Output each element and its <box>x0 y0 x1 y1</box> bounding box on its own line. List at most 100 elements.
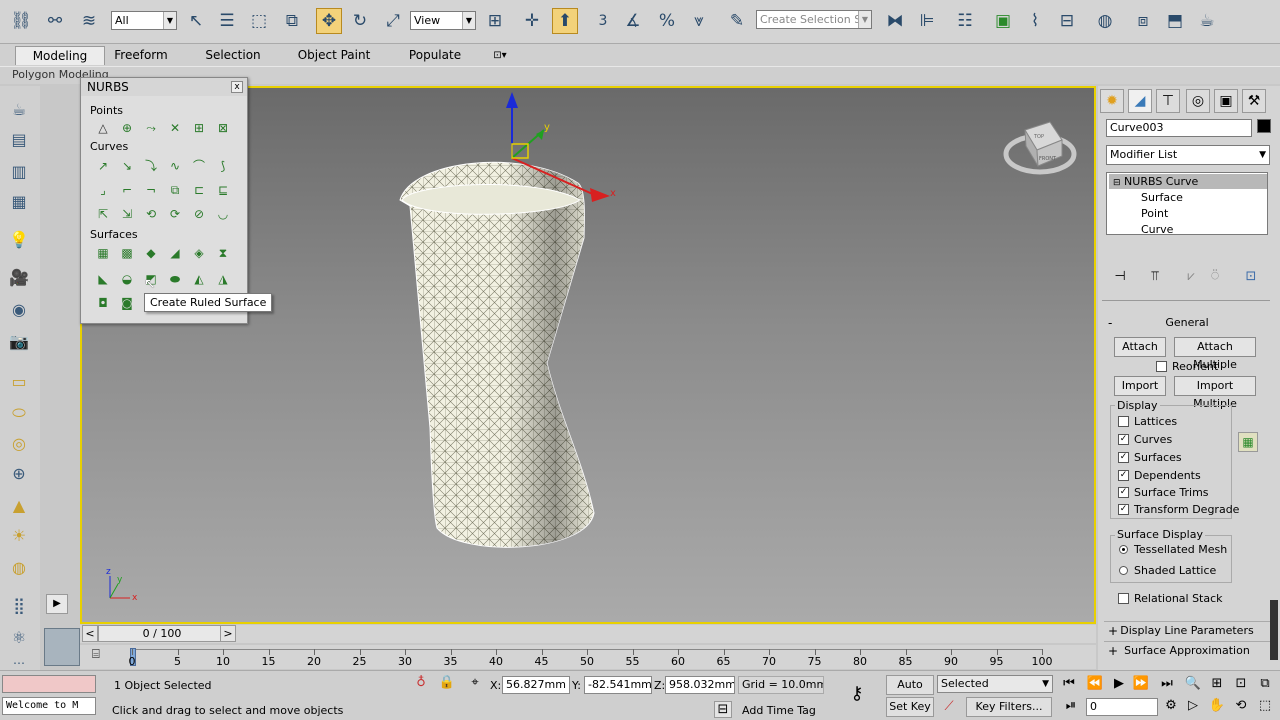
offset-curve-icon[interactable]: ⌒ <box>191 158 207 174</box>
angle-snap-icon[interactable]: ∡ <box>620 8 646 34</box>
modifier-list-dropdown[interactable]: Modifier List ▼ <box>1106 145 1270 165</box>
go-to-start-icon[interactable]: ⏮ <box>1060 676 1078 691</box>
x-coordinate-input[interactable]: 56.827mm <box>502 676 570 694</box>
collapse-icon[interactable]: ⊟ <box>1113 178 1121 188</box>
v-iso-curve-icon[interactable]: ⊏ <box>191 182 207 198</box>
select-and-move-icon[interactable]: ✥ <box>316 8 342 34</box>
light-icon[interactable]: 💡 <box>6 228 32 250</box>
u-iso-curve-icon[interactable]: ⧉ <box>167 182 183 198</box>
u-loft-surface-icon[interactable]: ◭ <box>191 271 207 287</box>
import-button[interactable]: Import <box>1114 376 1166 396</box>
attach-multiple-button[interactable]: Attach Multiple <box>1174 337 1256 371</box>
point-icon[interactable]: △ <box>95 120 111 136</box>
modify-tab-icon[interactable]: ◢ <box>1128 89 1152 113</box>
bind-space-warp-icon[interactable]: ≋ <box>76 8 102 34</box>
previous-frame-icon[interactable]: ⏪ <box>1086 676 1104 691</box>
nurbs-title-bar[interactable]: NURBS <box>81 78 247 96</box>
grid-icon[interactable]: ▦ <box>6 190 32 212</box>
mirror-curve-icon[interactable]: ⟆ <box>215 158 231 174</box>
cylinder-icon[interactable]: ◍ <box>6 556 32 578</box>
uv-loft-surface-icon[interactable]: ◮ <box>215 271 231 287</box>
prev-frame-button[interactable]: < <box>82 625 98 642</box>
material-editor-icon[interactable]: ◍ <box>1092 8 1118 34</box>
snaps-toggle-icon[interactable]: 3 <box>590 8 616 34</box>
zoom-extents-all-icon[interactable]: ⧉ <box>1256 676 1274 691</box>
play-icon[interactable]: ▶ <box>1110 676 1128 691</box>
current-frame-input[interactable]: 0 <box>1086 698 1158 716</box>
surface-curve-point-icon[interactable]: ⊠ <box>215 120 231 136</box>
tab-object-paint[interactable]: Object Paint <box>292 46 376 65</box>
cv-curve-icon[interactable]: ↗ <box>95 158 111 174</box>
select-object-icon[interactable]: ↖ <box>183 8 209 34</box>
time-slider[interactable]: 0 / 100 <box>98 625 226 642</box>
render-setup-icon[interactable]: ⧈ <box>1130 8 1156 34</box>
teapot-icon[interactable]: ☕ <box>6 98 32 120</box>
pan-view-icon[interactable]: ✋ <box>1208 698 1226 713</box>
window-crossing-icon[interactable]: ⧉ <box>279 8 305 34</box>
object-color-swatch[interactable] <box>1257 119 1271 133</box>
offset-point-icon[interactable]: ⊕ <box>119 120 135 136</box>
cap-surface-icon[interactable]: ⬬ <box>167 271 183 287</box>
cone-icon[interactable]: ▲ <box>6 494 32 516</box>
scene-explorer-icon[interactable]: ▤ <box>6 128 32 150</box>
dynamics-icon[interactable]: ⚛ <box>6 626 32 648</box>
tessellated-mesh-radio[interactable]: Tessellated Mesh <box>1118 542 1227 557</box>
shaded-lattice-radio[interactable]: Shaded Lattice <box>1118 563 1216 578</box>
torus-icon[interactable]: ◎ <box>6 432 32 454</box>
tab-populate[interactable]: Populate <box>402 46 468 65</box>
key-icon[interactable]: ⚷ <box>848 683 866 704</box>
blend-curve-icon[interactable]: ∿ <box>167 158 183 174</box>
selection-lock-icon[interactable]: 🔒 <box>438 675 456 690</box>
keyboard-shortcut-override-icon[interactable]: ⬆ <box>552 8 578 34</box>
curve-point-icon[interactable]: ⤳ <box>143 120 159 136</box>
time-configuration-icon[interactable]: ⚙ <box>1162 698 1180 713</box>
maxscript-mini-listener[interactable]: Welcome to M <box>2 697 96 715</box>
lattices-check-box[interactable] <box>1118 416 1129 427</box>
z-coordinate-input[interactable]: 958.032mm <box>665 676 735 694</box>
reorient-checkbox[interactable]: Reorient <box>1156 359 1218 374</box>
point-curve-icon[interactable]: ↘ <box>119 158 135 174</box>
stack-item-surface[interactable]: Surface <box>1141 190 1183 205</box>
orbit-icon[interactable]: ⟲ <box>1232 698 1250 713</box>
reference-coordinate-dropdown[interactable]: View ▼ <box>410 11 476 30</box>
stack-item-curve[interactable]: Curve <box>1141 222 1173 237</box>
viewcube-top[interactable]: TOP <box>1033 134 1044 140</box>
key-filters-button[interactable]: Key Filters... <box>966 697 1052 717</box>
extrude-surface-icon[interactable]: ◣ <box>95 271 111 287</box>
box-icon[interactable]: ▭ <box>6 370 32 392</box>
object-name-input[interactable]: Curve003 <box>1106 119 1252 137</box>
edit-named-selection-icon[interactable]: ✎ <box>724 8 750 34</box>
key-mode-toggle-icon[interactable]: ⏯ <box>1062 698 1080 713</box>
expand-panel-icon[interactable]: ▶ <box>46 594 68 614</box>
chamfer-curve-icon[interactable]: ⌟ <box>95 182 111 198</box>
curve-curve-point-icon[interactable]: ✕ <box>167 120 183 136</box>
viewcube[interactable]: TOP FRONT <box>1003 121 1077 175</box>
isolate-selection-icon[interactable]: ♁ <box>412 675 430 690</box>
transform-surface-icon[interactable]: ◆ <box>143 245 159 261</box>
add-time-tag-label[interactable]: Add Time Tag <box>742 704 816 717</box>
sun-icon[interactable]: ☀ <box>6 524 32 546</box>
tab-selection[interactable]: Selection <box>200 46 266 65</box>
u-curve-icon[interactable]: ◡ <box>215 206 231 222</box>
set-key-button[interactable]: Set Key <box>886 697 934 717</box>
lattices-checkbox[interactable]: Lattices <box>1118 414 1177 429</box>
key-mode-dropdown[interactable]: Selected ▼ <box>937 675 1053 693</box>
normal-projected-curve-icon[interactable]: ⊑ <box>215 182 231 198</box>
y-coordinate-input[interactable]: -82.541mm <box>584 676 652 694</box>
layer-explorer-icon[interactable]: ▥ <box>6 160 32 182</box>
offset-surface-icon[interactable]: ◈ <box>191 245 207 261</box>
surface-intersection-curve-icon[interactable]: ⊘ <box>191 206 207 222</box>
maxscript-listener[interactable] <box>2 675 96 693</box>
lathe-surface-icon[interactable]: ◒ <box>119 271 135 287</box>
zoom-icon[interactable]: 🔍 <box>1184 676 1202 691</box>
sphere-icon[interactable]: ⬭ <box>6 402 32 424</box>
motion-tab-icon[interactable]: ◎ <box>1186 89 1210 113</box>
zoom-all-icon[interactable]: ⊞ <box>1208 676 1226 691</box>
go-to-end-icon[interactable]: ⏭ <box>1158 676 1176 691</box>
surface-trims-checkbox[interactable]: ✓ Surface Trims <box>1118 485 1209 500</box>
cv-curve-on-surface-icon[interactable]: ⇲ <box>119 206 135 222</box>
helper-icon[interactable]: ◉ <box>6 298 32 320</box>
field-of-view-icon[interactable]: ▷ <box>1184 698 1202 713</box>
show-end-result-icon[interactable]: ⫪ <box>1146 269 1164 284</box>
mirror-surface-icon[interactable]: ⧗ <box>215 245 231 261</box>
